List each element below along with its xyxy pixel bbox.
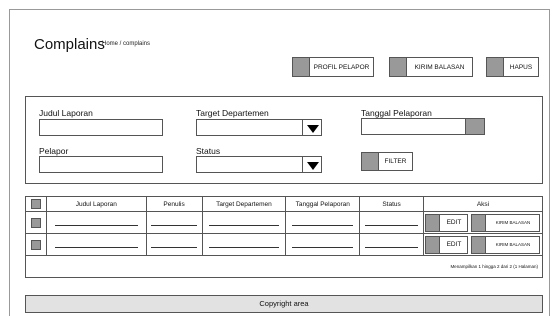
column-header: Tanggal Pelaporan (285, 196, 361, 212)
edit-button[interactable]: EDIT (425, 235, 469, 254)
table-cell (201, 211, 287, 234)
judul-label: Judul Laporan (39, 108, 93, 118)
button-square-icon (472, 236, 487, 253)
placeholder-line (54, 225, 138, 226)
pelapor-label: Pelapor (39, 146, 69, 156)
filter-button[interactable]: FILTER (361, 152, 413, 171)
button-square-icon (426, 214, 441, 231)
status-label: Status (196, 146, 221, 156)
edit-label: EDIT (446, 219, 462, 226)
status-select[interactable] (196, 156, 322, 173)
pagination-info: Menampilkan 1 hingga 2 dari 2 (1 Halaman… (25, 255, 543, 278)
table-cell (285, 233, 361, 256)
kirim-balasan-row-button[interactable]: KIRIM BALASAN (471, 213, 541, 232)
table-cell (145, 211, 203, 234)
filter-panel: Judul Laporan Target Departemen Tanggal … (25, 96, 543, 184)
kirim-balasan-row-label: KIRIM BALASAN (495, 242, 531, 247)
checkbox-icon[interactable] (30, 239, 41, 250)
placeholder-line (365, 225, 418, 226)
kirim-balasan-row-button[interactable]: KIRIM BALASAN (471, 235, 541, 254)
table-cell (285, 211, 361, 234)
placeholder-line (292, 225, 354, 226)
column-header: Status (359, 196, 424, 212)
page-title: Complains (34, 36, 105, 53)
table-row: EDIT KIRIM BALASAN (25, 211, 544, 234)
pelapor-input[interactable] (39, 156, 163, 173)
row-select-cell[interactable] (25, 211, 47, 234)
edit-label: EDIT (446, 241, 462, 248)
profil-pelapor-button[interactable]: PROFIL PELAPOR (292, 57, 374, 77)
table-row: EDIT KIRIM BALASAN (25, 233, 544, 256)
placeholder-line (209, 225, 279, 226)
hapus-button[interactable]: HAPUS (486, 57, 539, 77)
complains-table: Judul Laporan Penulis Target Departemen … (25, 196, 544, 278)
table-cell (45, 211, 147, 234)
column-header: Judul Laporan (45, 196, 147, 212)
hapus-label: HAPUS (509, 63, 533, 71)
profil-pelapor-label: PROFIL PELAPOR (313, 63, 370, 71)
breadcrumb[interactable]: Home / complains (102, 41, 150, 47)
target-label: Target Departemen (196, 108, 269, 118)
row-select-cell[interactable] (25, 233, 47, 256)
button-square-icon (472, 214, 487, 231)
column-header: Penulis (145, 196, 203, 212)
calendar-icon[interactable] (465, 119, 484, 134)
button-square-icon (390, 58, 407, 76)
table-cell (201, 233, 287, 256)
placeholder-line (209, 247, 279, 248)
target-select[interactable] (196, 119, 322, 136)
tanggal-input[interactable] (361, 118, 485, 135)
table-footer-row: Menampilkan 1 hingga 2 dari 2 (1 Halaman… (25, 255, 543, 278)
kirim-balasan-label: KIRIM BALASAN (414, 63, 465, 71)
chevron-down-icon[interactable] (302, 157, 321, 172)
button-square-icon (293, 58, 310, 76)
edit-button[interactable]: EDIT (425, 213, 469, 232)
table-cell (45, 233, 147, 256)
judul-input[interactable] (39, 119, 163, 136)
column-header: Target Departemen (201, 196, 287, 212)
placeholder-line (54, 247, 138, 248)
button-square-icon (426, 236, 441, 253)
table-cell (359, 233, 424, 256)
filter-label: FILTER (384, 158, 407, 165)
actions-cell: EDIT KIRIM BALASAN (422, 211, 544, 234)
chevron-down-icon[interactable] (302, 120, 321, 135)
placeholder-line (151, 247, 198, 248)
checkbox-icon[interactable] (30, 199, 41, 209)
placeholder-line (151, 225, 198, 226)
table-cell (145, 233, 203, 256)
kirim-balasan-button[interactable]: KIRIM BALASAN (389, 57, 473, 77)
checkbox-icon[interactable] (30, 217, 41, 228)
column-header: Aksi (422, 196, 544, 212)
placeholder-line (365, 247, 418, 248)
button-square-icon (362, 153, 379, 170)
actions-cell: EDIT KIRIM BALASAN (422, 233, 544, 256)
kirim-balasan-row-label: KIRIM BALASAN (495, 220, 531, 225)
button-square-icon (487, 58, 504, 76)
tanggal-label: Tanggal Pelaporan (361, 108, 432, 118)
placeholder-line (292, 247, 354, 248)
copyright-footer: Copyright area (25, 295, 543, 313)
select-all-cell[interactable] (25, 196, 47, 212)
table-header-row: Judul Laporan Penulis Target Departemen … (25, 196, 544, 212)
table-cell (359, 211, 424, 234)
